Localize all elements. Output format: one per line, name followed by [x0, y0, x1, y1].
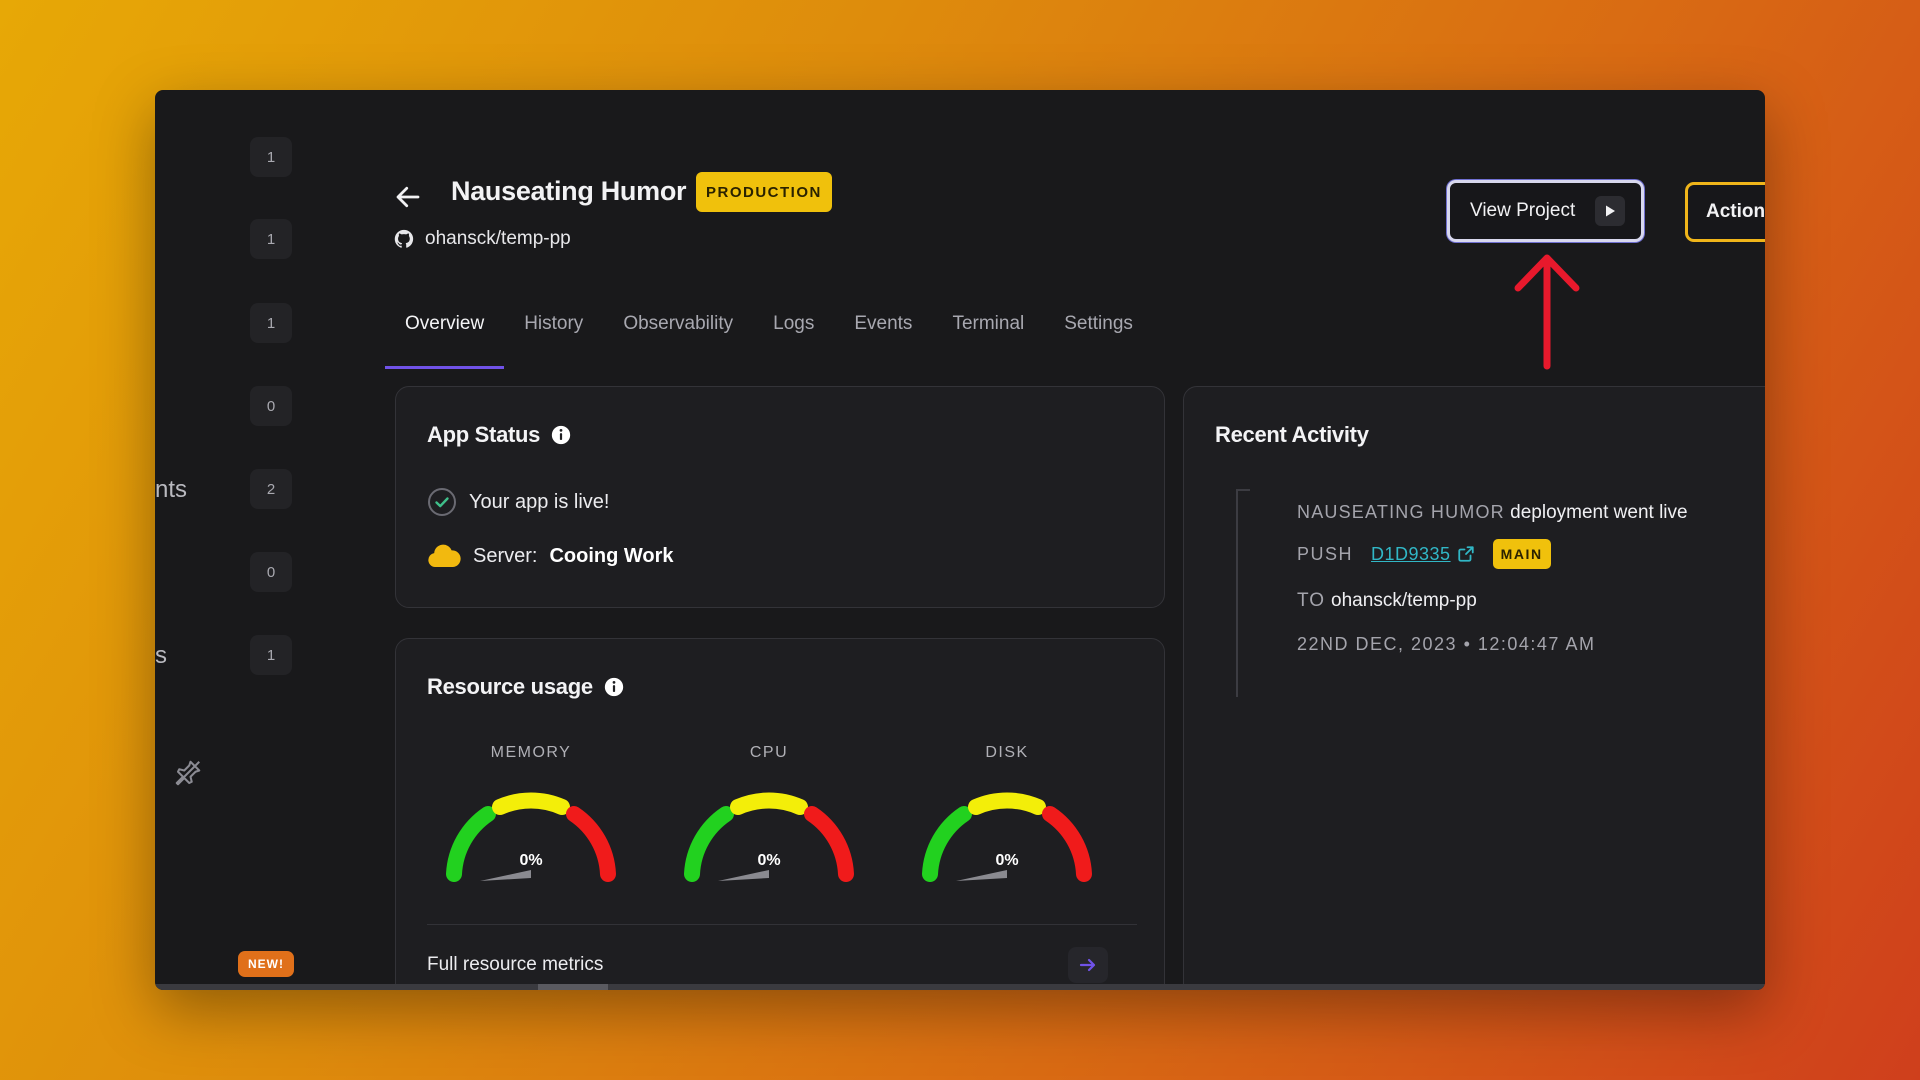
count-badge: 1: [250, 219, 292, 259]
repo-name: ohansck/temp-pp: [425, 228, 571, 249]
gauge-dial-icon: [922, 792, 1092, 882]
app-window: nts s 1 1 1 0 2 0 1 NEW! Nauseating Humo…: [155, 90, 1765, 990]
full-metrics-link[interactable]: Full resource metrics: [427, 954, 603, 976]
actions-button[interactable]: Actions: [1685, 182, 1765, 242]
app-live-text: Your app is live!: [469, 490, 610, 513]
tab-overview[interactable]: Overview: [385, 305, 505, 369]
gauge-label: DISK: [985, 744, 1029, 761]
pin-icon[interactable]: [173, 758, 203, 788]
app-status-heading: App Status: [427, 422, 541, 447]
play-icon: [1595, 196, 1626, 226]
count-badge: 1: [250, 137, 292, 177]
actions-label: Actions: [1706, 201, 1765, 222]
view-project-label: View Project: [1470, 200, 1576, 221]
info-icon[interactable]: [550, 424, 572, 446]
timeline-line: [1236, 489, 1238, 697]
server-label: Server:: [473, 544, 538, 567]
tab-events[interactable]: Events: [834, 305, 932, 369]
new-badge: NEW!: [238, 951, 294, 977]
arrow-right-icon[interactable]: [1068, 947, 1108, 983]
memory-gauge: MEMORY 0%: [436, 744, 626, 904]
sidebar: nts s 1 1 1 0 2 0 1 NEW!: [155, 90, 340, 990]
annotation-arrow-icon: [1514, 254, 1580, 370]
info-icon[interactable]: [603, 676, 625, 698]
cloud-icon: [428, 544, 461, 567]
recent-activity-heading: Recent Activity: [1215, 422, 1369, 447]
commit-link[interactable]: D1D9335: [1371, 544, 1475, 565]
push-label: PUSH: [1297, 543, 1354, 564]
recent-activity-card: Recent Activity NAUSEATING HUMOR deploym…: [1183, 386, 1765, 990]
resource-usage-card: Resource usage MEMORY 0% CPU 0% DISK 0% …: [395, 638, 1165, 990]
view-project-button[interactable]: View Project: [1447, 180, 1644, 242]
count-badge: 2: [250, 469, 292, 509]
gauge-value: 0%: [757, 852, 781, 869]
activity-timestamp: 22ND DEC, 2023 • 12:04:47 AM: [1297, 634, 1596, 654]
app-live-status: Your app is live!: [427, 487, 609, 517]
to-label: TO: [1297, 590, 1326, 611]
tab-observability[interactable]: Observability: [603, 305, 753, 369]
server-info: Server: Cooing Work: [427, 543, 674, 569]
tab-history[interactable]: History: [504, 305, 603, 369]
activity-event-text: deployment went live: [1510, 502, 1688, 523]
gauge-label: MEMORY: [490, 744, 572, 761]
activity-target-row: TO ohansck/temp-pp: [1297, 590, 1477, 612]
page-title: Nauseating Humor: [451, 176, 687, 206]
branch-badge: MAIN: [1492, 539, 1551, 569]
count-badge: 0: [250, 386, 292, 426]
resource-usage-title: Resource usage: [427, 674, 625, 700]
check-circle-icon: [428, 488, 456, 516]
activity-app-name: NAUSEATING HUMOR: [1297, 502, 1505, 522]
timeline-tick: [1236, 489, 1250, 491]
tab-terminal[interactable]: Terminal: [932, 305, 1044, 369]
count-badge: 1: [250, 303, 292, 343]
tab-settings[interactable]: Settings: [1044, 305, 1153, 369]
github-icon: [394, 229, 414, 248]
commit-hash: D1D9335: [1371, 543, 1451, 564]
gauge-row: MEMORY 0% CPU 0% DISK 0%: [436, 744, 1136, 904]
external-link-icon: [1457, 546, 1474, 562]
resource-usage-heading: Resource usage: [427, 674, 593, 699]
count-badge: 0: [250, 552, 292, 592]
gauge-value: 0%: [995, 852, 1019, 869]
sidebar-text-fragment[interactable]: nts: [155, 476, 187, 504]
back-arrow-icon[interactable]: [393, 182, 423, 212]
tab-bar: Overview History Observability Logs Even…: [385, 305, 1153, 369]
server-name: Cooing Work: [549, 544, 674, 567]
count-badge: 1: [250, 635, 292, 675]
gauge-dial-icon: [684, 792, 854, 882]
tab-logs[interactable]: Logs: [753, 305, 834, 369]
cpu-gauge: CPU 0%: [674, 744, 864, 904]
app-status-card: App Status Your app is live! Server: Coo…: [395, 386, 1165, 608]
repo-link[interactable]: ohansck/temp-pp: [393, 228, 571, 250]
environment-badge: PRODUCTION: [696, 172, 832, 212]
target-repo: ohansck/temp-pp: [1331, 590, 1477, 611]
app-status-title: App Status: [427, 422, 572, 448]
horizontal-scrollbar[interactable]: [155, 984, 1765, 990]
gauge-value: 0%: [519, 852, 543, 869]
gauge-label: CPU: [749, 744, 789, 761]
gauge-dial-icon: [446, 792, 616, 882]
disk-gauge: DISK 0%: [912, 744, 1102, 904]
activity-push-row: PUSH D1D9335 MAIN: [1297, 539, 1551, 569]
activity-summary: NAUSEATING HUMOR deployment went live: [1297, 502, 1688, 524]
scrollbar-thumb[interactable]: [538, 984, 608, 990]
divider: [427, 924, 1137, 925]
sidebar-text-fragment[interactable]: s: [155, 642, 167, 670]
